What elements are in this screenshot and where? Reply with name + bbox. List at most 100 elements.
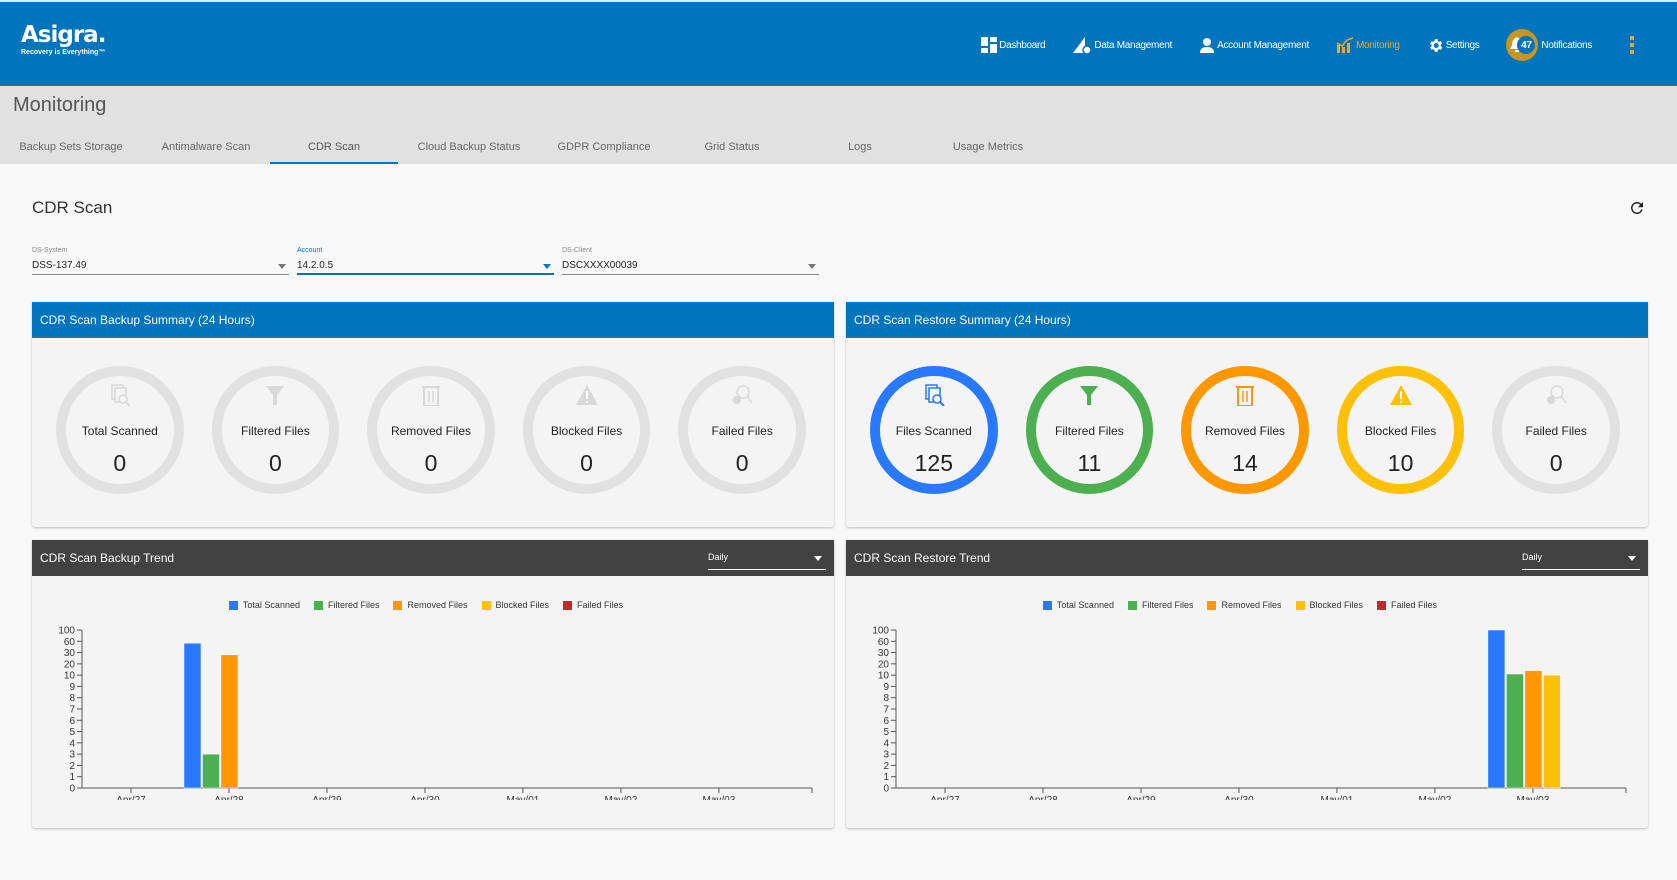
legend-item-removed-files[interactable]: Removed Files — [1207, 600, 1282, 610]
bar-total-scanned[interactable] — [1487, 629, 1506, 789]
sub-header: Monitoring Backup Sets Storage Antimalwa… — [0, 86, 1677, 164]
gauge-value: 0 — [1549, 450, 1563, 476]
bar-removed-files[interactable] — [1524, 670, 1543, 789]
legend-item-total-scanned[interactable]: Total Scanned — [1042, 600, 1114, 610]
legend-item-blocked-files[interactable]: Blocked Files — [481, 600, 549, 610]
nav-dashboard[interactable]: Dashboard — [981, 37, 1046, 53]
bar-removed-files[interactable] — [220, 654, 239, 789]
tab-backup-sets-storage[interactable]: Backup Sets Storage — [0, 130, 142, 164]
legend-swatch — [1207, 600, 1217, 610]
gauge-label: Removed Files — [390, 424, 471, 438]
legend-item-total-scanned[interactable]: Total Scanned — [228, 600, 300, 610]
section-title: Monitoring — [13, 94, 107, 116]
legend-item-blocked-files[interactable]: Blocked Files — [1295, 600, 1364, 610]
period-value: Daily — [1522, 552, 1543, 562]
legend-label: Removed Files — [407, 600, 468, 610]
chevron-down-icon — [543, 264, 551, 269]
bar-filtered-files[interactable] — [1506, 673, 1524, 789]
backup-gauges: Total Scanned 0 Filtered Files 0 Removed Fil… — [32, 338, 834, 494]
legend-label: Blocked Files — [1309, 600, 1364, 610]
account-select[interactable]: Account 14.2.0.5 — [297, 247, 554, 275]
account-value: 14.2.0.5 — [297, 260, 334, 271]
filter-icon — [1080, 386, 1099, 405]
filter-icon — [266, 386, 285, 405]
y-tick-label: 20 — [64, 659, 76, 670]
gauge-filtered-files: Filtered Files 11 — [1025, 366, 1154, 494]
bar-blocked-files[interactable] — [1543, 674, 1561, 789]
bar-filtered-files[interactable] — [202, 753, 220, 789]
legend-swatch — [1295, 600, 1305, 610]
y-tick-label: 100 — [872, 626, 889, 637]
tab-grid-status[interactable]: Grid Status — [668, 130, 796, 164]
backup-trend-title: CDR Scan Backup Trend — [40, 551, 175, 565]
nav-notifications[interactable]: 47 Notifications — [1506, 29, 1592, 61]
legend-item-filtered-files[interactable]: Filtered Files — [313, 600, 379, 610]
tab-gdpr-compliance[interactable]: GDPR Compliance — [540, 130, 668, 164]
gauge-value: 0 — [580, 450, 593, 476]
gauge-label: Files Scanned — [895, 424, 972, 438]
chevron-down-icon — [278, 264, 286, 269]
y-tick-label: 6 — [69, 716, 75, 727]
x-tick-label: May/01 — [1321, 795, 1354, 800]
nav-monitoring-label: Monitoring — [1355, 39, 1400, 51]
warning-icon — [1389, 385, 1412, 405]
y-tick-label: 6 — [883, 716, 889, 727]
y-tick-label: 9 — [883, 682, 889, 693]
y-tick-label: 5 — [883, 727, 889, 738]
ds-client-select[interactable]: DS-Client DSCXXXX00039 — [562, 247, 819, 275]
gauge-label: Total Scanned — [81, 424, 158, 438]
trash-icon — [1235, 386, 1254, 406]
backup-trend-panel: CDR Scan Backup Trend Daily Total Scanne… — [32, 540, 834, 828]
more-menu-icon[interactable] — [1627, 36, 1637, 54]
nav-settings[interactable]: Settings — [1427, 37, 1480, 54]
legend-item-removed-files[interactable]: Removed Files — [393, 600, 468, 610]
y-tick-label: 3 — [883, 750, 889, 761]
x-tick-label: Apr/29 — [1126, 795, 1156, 800]
y-tick-label: 30 — [64, 648, 76, 659]
y-tick-label: 5 — [69, 727, 75, 738]
scan-files-icon — [111, 384, 131, 406]
nav-dashboard-label: Dashboard — [999, 39, 1046, 51]
tab-antimalware-scan[interactable]: Antimalware Scan — [142, 130, 270, 164]
tab-logs[interactable]: Logs — [796, 130, 924, 164]
tab-cloud-backup-status[interactable]: Cloud Backup Status — [398, 130, 540, 164]
refresh-icon[interactable] — [1628, 199, 1646, 217]
x-tick-label: May/01 — [507, 795, 540, 800]
legend-item-filtered-files[interactable]: Filtered Files — [1127, 600, 1193, 610]
gauge-value: 11 — [1077, 450, 1102, 476]
y-tick-label: 20 — [878, 659, 890, 670]
legend-item-failed-files[interactable]: Failed Files — [1377, 600, 1437, 610]
y-tick-label: 60 — [878, 637, 890, 648]
gauge-failed-files: Failed Files 0 — [678, 366, 806, 494]
legend-swatch — [1042, 600, 1052, 610]
gauge-filtered-files: Filtered Files 0 — [211, 366, 340, 494]
bar-total-scanned[interactable] — [183, 642, 202, 789]
legend-label: Total Scanned — [242, 600, 300, 610]
nav-settings-label: Settings — [1445, 39, 1480, 51]
gauge-value: 14 — [1232, 450, 1258, 476]
legend-item-failed-files[interactable]: Failed Files — [563, 600, 623, 610]
nav-data-management[interactable]: Data Management — [1072, 35, 1172, 55]
y-tick-label: 0 — [69, 784, 75, 795]
nav-monitoring[interactable]: Monitoring — [1336, 37, 1400, 53]
backup-summary-panel: CDR Scan Backup Summary (24 Hours) Total… — [32, 302, 834, 527]
x-tick-label: Apr/27 — [930, 795, 960, 800]
warning-icon — [575, 385, 598, 405]
legend-swatch — [563, 600, 573, 610]
backup-trend-period-select[interactable]: Daily — [708, 548, 826, 570]
gauge-failed-files: Failed Files 0 — [1492, 366, 1620, 494]
restore-trend-period-select[interactable]: Daily — [1522, 548, 1640, 570]
y-tick-label: 1 — [69, 772, 75, 783]
x-tick-label: May/02 — [1419, 795, 1452, 800]
chevron-down-icon — [1628, 556, 1636, 561]
tab-cdr-scan[interactable]: CDR Scan — [270, 130, 398, 164]
nav-account-management[interactable]: Account Management — [1199, 37, 1309, 53]
tab-usage-metrics[interactable]: Usage Metrics — [924, 130, 1052, 164]
gauge-files-scanned: Files Scanned 125 — [870, 366, 998, 494]
gauge-value: 0 — [268, 450, 282, 476]
ds-system-select[interactable]: DS-System DSS-137.49 — [32, 247, 289, 275]
y-tick-label: 2 — [69, 761, 75, 772]
y-tick-label: 60 — [64, 637, 76, 648]
trash-icon — [421, 386, 440, 406]
asigra-logo[interactable]: Asigra. Recovery is Everything™ — [21, 23, 106, 56]
